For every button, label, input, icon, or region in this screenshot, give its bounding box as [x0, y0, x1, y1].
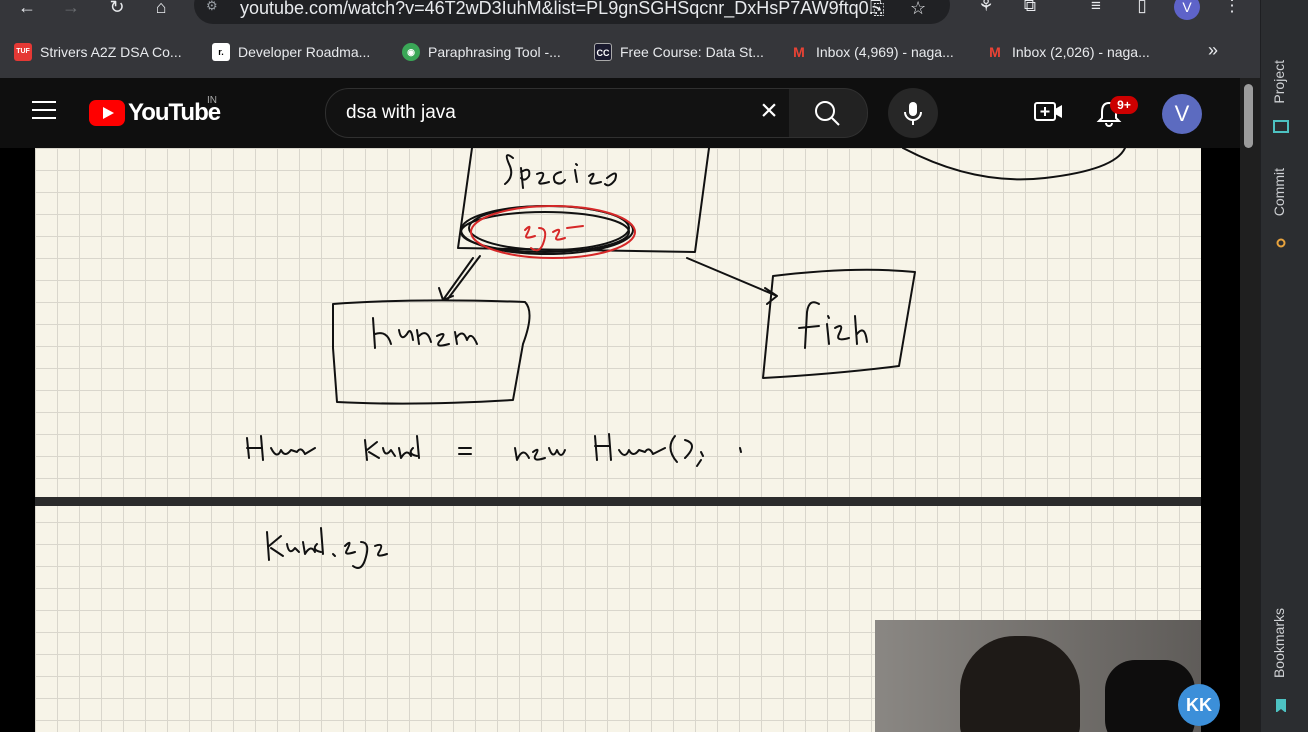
bookmark-item[interactable]: M Inbox (4,969) - naga... — [790, 42, 954, 62]
instructor-head — [960, 636, 1080, 732]
bookmark-favicon-icon: TUF — [14, 43, 32, 61]
youtube-logo[interactable]: YouTube — [89, 99, 221, 127]
address-row: ← → ↻ ⌂ ⚙ youtube.com/watch?v=46T2wD3Iuh… — [0, 0, 1260, 26]
user-avatar[interactable]: V — [1162, 94, 1202, 134]
project-folder-icon — [1273, 120, 1289, 133]
gmail-icon: M — [989, 44, 1001, 60]
clear-search-icon[interactable]: × — [756, 96, 782, 126]
bookmark-favicon-icon: CC — [594, 43, 612, 61]
side-panel-icon[interactable]: ▯ — [1130, 0, 1154, 18]
browser-profile-avatar[interactable]: V — [1174, 0, 1200, 20]
board-page-divider — [35, 497, 1201, 506]
extensions-puzzle-icon[interactable]: ⧉ — [1018, 0, 1042, 18]
forward-icon[interactable]: → — [58, 0, 84, 20]
bookmark-label: Inbox (4,969) - naga... — [816, 44, 954, 60]
bookmark-item[interactable]: TUF Strivers A2Z DSA Co... — [14, 42, 182, 62]
youtube-header: YouTube IN × 9+ V — [0, 78, 1240, 148]
gmail-icon: M — [793, 44, 805, 60]
country-code: IN — [207, 95, 217, 106]
media-queue-icon[interactable]: ≡ — [1084, 0, 1108, 18]
home-icon[interactable]: ⌂ — [148, 0, 174, 20]
commit-icon — [1276, 238, 1286, 248]
video-player[interactable] — [0, 148, 1240, 732]
bookmark-item[interactable]: M Inbox (2,026) - naga... — [986, 42, 1150, 62]
bookmark-label: Developer Roadma... — [238, 44, 371, 60]
tab-bookmarks[interactable]: Bookmarks — [1271, 608, 1287, 678]
hamburger-menu-icon[interactable] — [32, 101, 56, 119]
tab-project[interactable]: Project — [1271, 60, 1287, 104]
tab-commit[interactable]: Commit — [1271, 168, 1287, 216]
bookmark-label: Strivers A2Z DSA Co... — [40, 44, 182, 60]
ide-side-panel: Project Commit Bookmarks — [1260, 0, 1308, 732]
bookmark-label: Inbox (2,026) - naga... — [1012, 44, 1150, 60]
bookmark-item[interactable]: CC Free Course: Data St... — [594, 42, 764, 62]
search-icon — [815, 101, 840, 126]
bookmark-star-icon[interactable]: ☆ — [910, 0, 926, 19]
url-text: youtube.com/watch?v=46T2wD3IuhM&list=PL9… — [240, 0, 884, 18]
search-box: × — [325, 88, 791, 138]
browser-chrome: ← → ↻ ⌂ ⚙ youtube.com/watch?v=46T2wD3Iuh… — [0, 0, 1260, 78]
youtube-play-icon — [89, 100, 125, 126]
browser-menu-icon[interactable]: ⋮ — [1220, 0, 1244, 18]
voice-search-button[interactable] — [888, 88, 938, 138]
search-button[interactable] — [789, 88, 868, 138]
bookmark-icon — [1276, 699, 1286, 712]
search-input[interactable] — [346, 102, 736, 124]
bookmark-label: Free Course: Data St... — [620, 44, 764, 60]
bookmark-item[interactable]: ◉ Paraphrasing Tool -... — [402, 42, 561, 62]
reload-icon[interactable]: ↻ — [104, 0, 130, 20]
video-add-icon — [1034, 102, 1062, 121]
bookmark-favicon-icon: ◉ — [402, 43, 420, 61]
page-scrollbar[interactable] — [1240, 78, 1260, 732]
install-app-icon[interactable]: ⎘ — [870, 0, 884, 19]
site-settings-icon[interactable]: ⚙ — [206, 0, 224, 13]
omnibox[interactable]: ⚙ youtube.com/watch?v=46T2wD3IuhM&list=P… — [194, 0, 950, 24]
back-icon[interactable]: ← — [14, 0, 40, 20]
instructor-webcam-overlay — [875, 620, 1201, 732]
microphone-icon — [904, 102, 922, 125]
channel-watermark-logo[interactable]: KK — [1178, 684, 1220, 726]
notification-count-badge: 9+ — [1110, 96, 1138, 114]
scrollbar-thumb[interactable] — [1244, 84, 1253, 148]
create-video-button[interactable] — [1034, 99, 1064, 125]
extension-icon[interactable]: ⚘ — [974, 0, 998, 18]
bookmarks-bar: TUF Strivers A2Z DSA Co... r. Developer … — [0, 38, 1260, 66]
bookmark-favicon-icon: r. — [212, 43, 230, 61]
bookmark-item[interactable]: r. Developer Roadma... — [212, 42, 370, 62]
bookmarks-overflow-icon[interactable]: » — [1208, 40, 1218, 61]
bookmark-label: Paraphrasing Tool -... — [428, 44, 561, 60]
